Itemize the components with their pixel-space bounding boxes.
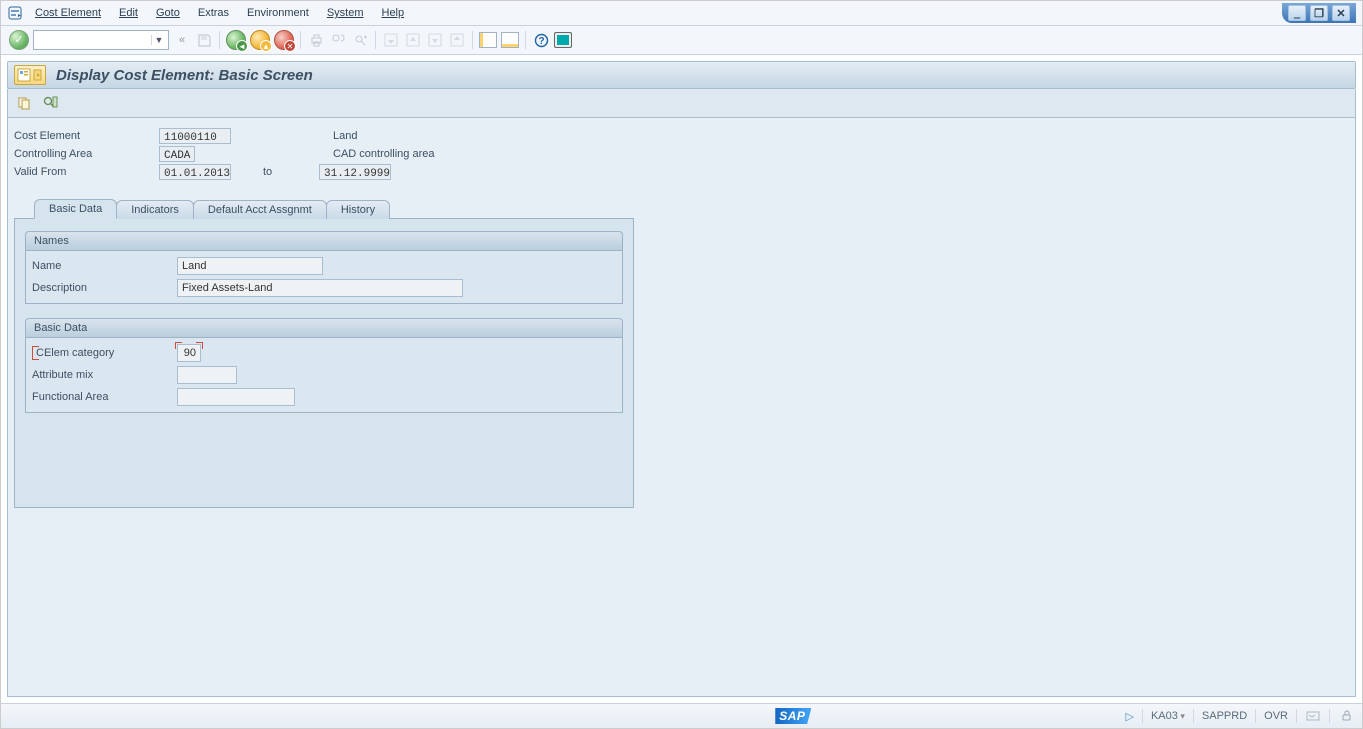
group-names: Names Name Land Description Fixed Assets…: [25, 231, 623, 304]
controlling-area-label: Controlling Area: [14, 146, 159, 162]
functional-area-label: Functional Area: [32, 391, 177, 403]
display-change-button[interactable]: [42, 95, 58, 111]
menu-edit[interactable]: Edit: [113, 5, 144, 21]
status-bar: SAP ▷ KA03 SAPPRD OVR: [1, 703, 1362, 728]
command-field[interactable]: ▼: [33, 30, 169, 50]
group-basic-data: Basic Data CElem category 90 Attribute m…: [25, 318, 623, 413]
title-band: Display Cost Element: Basic Screen: [7, 61, 1356, 89]
sap-logo: SAP: [775, 708, 811, 724]
layout-icon: [479, 32, 497, 48]
name-label: Name: [32, 260, 177, 272]
tab-basic-data[interactable]: Basic Data: [34, 199, 117, 219]
cost-element-value: 11000110: [159, 128, 231, 144]
work-area: Cost Element 11000110 Land Controlling A…: [7, 118, 1356, 697]
menubar: Cost Element Edit Goto Extras Environmen…: [1, 1, 1362, 26]
menu-system[interactable]: System: [321, 5, 370, 21]
system-id: SAPPRD: [1202, 710, 1247, 722]
svg-text:?: ?: [538, 36, 544, 47]
prev-page-button: [404, 31, 422, 49]
find-button: [329, 31, 347, 49]
find-next-button: [351, 31, 369, 49]
valid-from-label: Valid From: [14, 164, 159, 180]
tab-history[interactable]: History: [326, 200, 390, 219]
maximize-button[interactable]: ❐: [1310, 5, 1328, 21]
separator: [525, 31, 526, 49]
monitor-icon: [554, 32, 572, 48]
menu-help[interactable]: Help: [376, 5, 411, 21]
layout-icon: [501, 32, 519, 48]
controlling-area-value: CADA: [159, 146, 195, 162]
exit-button[interactable]: ▲: [250, 30, 270, 50]
new-session-button[interactable]: [479, 31, 497, 49]
page-title: Display Cost Element: Basic Screen: [56, 67, 313, 84]
collapse-command-field-icon[interactable]: «: [173, 31, 191, 49]
group-basic-data-title: Basic Data: [25, 318, 623, 337]
menu-goto[interactable]: Goto: [150, 5, 186, 21]
save-button: [195, 31, 213, 49]
tab-panel-basic-data: Names Name Land Description Fixed Assets…: [14, 218, 634, 508]
tabstrip: Basic Data Indicators Default Acct Assgn…: [14, 198, 1349, 218]
application-toolbar: [7, 89, 1356, 118]
local-layout-button[interactable]: [554, 31, 572, 49]
cancel-button[interactable]: ✕: [274, 30, 294, 50]
title-icon[interactable]: [14, 65, 46, 85]
attribute-mix-label: Attribute mix: [32, 369, 177, 381]
attribute-mix-field: [177, 366, 237, 384]
menu-extras[interactable]: Extras: [192, 5, 235, 21]
next-page-button: [426, 31, 444, 49]
separator: [375, 31, 376, 49]
copy-button[interactable]: [16, 95, 32, 111]
chevron-down-icon: ▼: [151, 35, 166, 45]
last-page-button: [448, 31, 466, 49]
minimize-button[interactable]: ‗: [1288, 5, 1306, 21]
valid-from-value: 01.01.2013: [159, 164, 231, 180]
separator: [1255, 709, 1256, 723]
tab-indicators[interactable]: Indicators: [116, 200, 194, 219]
functional-area-field: [177, 388, 295, 406]
name-field: Land: [177, 257, 323, 275]
cost-element-label: Cost Element: [14, 128, 159, 144]
separator: [1296, 709, 1297, 723]
tab-default-acct-assgnmt[interactable]: Default Acct Assgnmt: [193, 200, 327, 219]
to-label: to: [249, 166, 319, 178]
first-page-button: [382, 31, 400, 49]
content-area: Display Cost Element: Basic Screen Cost …: [1, 55, 1362, 703]
window-controls: ‗ ❐ ✕: [1282, 3, 1356, 23]
standard-toolbar: ✓ ▼ « ◄ ▲ ✕ ?: [1, 26, 1362, 55]
celem-category-field: 90: [177, 344, 201, 362]
menu-environment[interactable]: Environment: [241, 5, 315, 21]
close-button[interactable]: ✕: [1332, 5, 1350, 21]
header-form: Cost Element 11000110 Land Controlling A…: [14, 128, 1349, 180]
menu-cost-element[interactable]: Cost Element: [29, 5, 107, 21]
back-button[interactable]: ◄: [226, 30, 246, 50]
separator: [1142, 709, 1143, 723]
transaction-code[interactable]: KA03: [1151, 710, 1185, 722]
cost-element-text: Land: [319, 130, 419, 142]
message-area-icon[interactable]: ▷: [1125, 710, 1133, 723]
controlling-area-text: CAD controlling area: [319, 148, 419, 160]
description-field: Fixed Assets-Land: [177, 279, 463, 297]
command-field-icon[interactable]: [7, 5, 23, 21]
valid-to-value: 31.12.9999: [319, 164, 391, 180]
sap-gui-window: Cost Element Edit Goto Extras Environmen…: [0, 0, 1363, 729]
celem-category-label: CElem category: [36, 347, 177, 359]
separator: [1193, 709, 1194, 723]
enter-button[interactable]: ✓: [9, 30, 29, 50]
group-names-title: Names: [25, 231, 623, 250]
separator: [472, 31, 473, 49]
insert-mode: OVR: [1264, 710, 1288, 722]
abap-editor-icon[interactable]: [1305, 709, 1321, 723]
shortcut-button[interactable]: [501, 31, 519, 49]
help-button[interactable]: ?: [532, 31, 550, 49]
separator: [1329, 709, 1330, 723]
separator: [219, 31, 220, 49]
separator: [300, 31, 301, 49]
interpretation-icon[interactable]: [1338, 709, 1354, 723]
print-button: [307, 31, 325, 49]
description-label: Description: [32, 282, 177, 294]
